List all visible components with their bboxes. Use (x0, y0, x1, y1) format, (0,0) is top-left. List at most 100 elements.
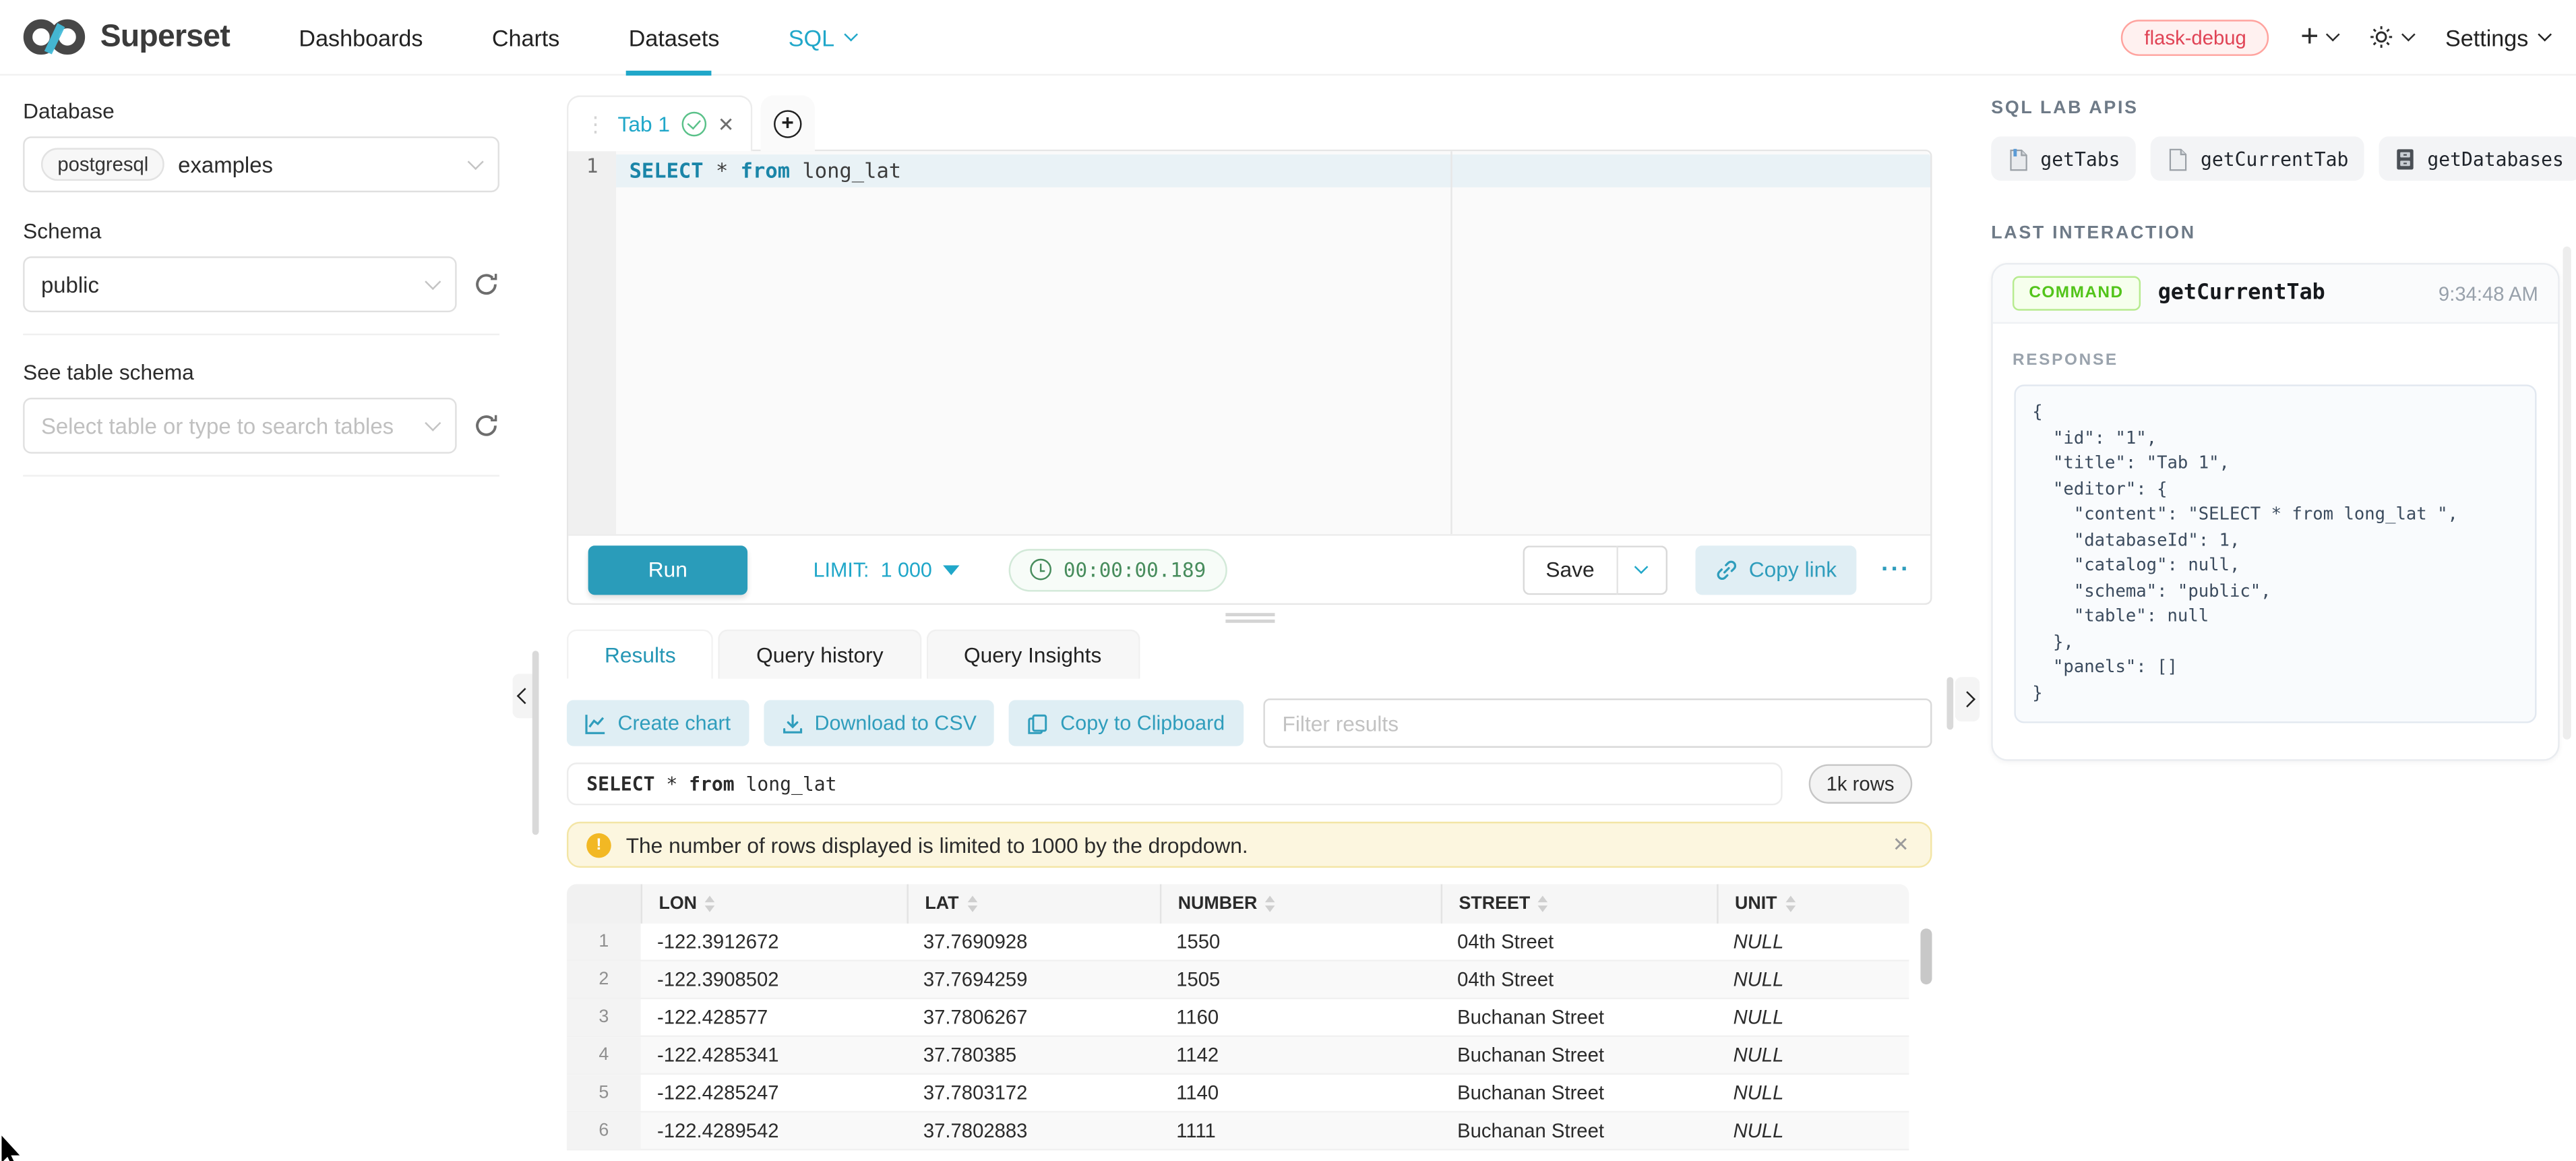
limit-value: 1 000 (881, 558, 932, 581)
row-index: 1 (567, 924, 641, 960)
query-timer-badge: 00:00:00.189 (1009, 548, 1227, 591)
sort-icon[interactable] (1538, 895, 1548, 912)
get-databases-button[interactable]: getDatabases (2380, 136, 2576, 181)
nav-item-dashboards[interactable]: Dashboards (299, 24, 423, 50)
cell-unit: NULL (1717, 999, 1909, 1036)
run-button[interactable]: Run (588, 545, 747, 594)
filter-results-input[interactable] (1262, 698, 1932, 748)
new-tab-button[interactable]: + (760, 95, 814, 151)
column-header-number[interactable]: NUMBER (1160, 884, 1441, 924)
create-chart-label: Create chart (618, 711, 731, 734)
download-csv-button[interactable]: Download to CSV (764, 700, 995, 746)
get-tabs-button[interactable]: getTabs (1991, 136, 2137, 181)
editor-results-splitter[interactable] (567, 605, 1932, 628)
table-select[interactable]: Select table or type to search tables (23, 398, 457, 454)
get-current-tab-button[interactable]: getCurrentTab (2151, 136, 2365, 181)
table-row: 2 -122.3908502 37.7694259 1505 04th Stre… (567, 961, 1909, 999)
nav-item-charts[interactable]: Charts (492, 24, 560, 50)
command-card-body: RESPONSE { "id": "1", "title": "Tab 1", … (1993, 324, 2558, 759)
table-vertical-scrollbar[interactable] (1920, 928, 1932, 984)
create-chart-button[interactable]: Create chart (567, 700, 749, 746)
panel-scrollbar-thumb[interactable] (2563, 247, 2571, 740)
tab-query-history[interactable]: Query history (718, 630, 921, 679)
nav-item-sql[interactable]: SQL (789, 24, 856, 50)
drag-handle-icon[interactable]: ⋮ (585, 113, 607, 135)
cell-lat: 37.7690928 (907, 924, 1160, 960)
theme-toggle-button[interactable] (2370, 25, 2414, 50)
copy-to-clipboard-button[interactable]: Copy to Clipboard (1010, 700, 1243, 746)
column-header-lon[interactable]: LON (641, 884, 907, 924)
superset-sql-lab: Superset Dashboards Charts Datasets SQL … (0, 0, 2576, 1161)
save-options-button[interactable] (1616, 545, 1667, 594)
sidebar-divider (23, 475, 499, 476)
cell-lat: 37.7694259 (907, 961, 1160, 998)
sql-code-editor[interactable]: 1 SELECT * from long_lat (568, 151, 1930, 534)
cell-lon: -122.4289542 (641, 1112, 907, 1149)
copy-link-label: Copy link (1749, 557, 1837, 582)
code-area[interactable]: SELECT * from long_lat (616, 151, 1930, 534)
chevron-down-icon (2327, 28, 2341, 42)
new-menu-button[interactable]: + (2300, 22, 2338, 53)
app-body: Database postgresql examples Schema publ… (0, 76, 2576, 1161)
cell-number: 1550 (1160, 924, 1441, 960)
more-options-button[interactable]: ··· (1881, 556, 1911, 583)
cell-lon: -122.4285341 (641, 1037, 907, 1073)
cell-street: 04th Street (1441, 961, 1717, 998)
schema-select[interactable]: public (23, 256, 457, 312)
get-databases-label: getDatabases (2427, 147, 2564, 170)
save-button[interactable]: Save (1523, 545, 1616, 594)
column-header-unit[interactable]: UNIT (1717, 884, 1909, 924)
limit-dropdown[interactable]: LIMIT: 1 000 (814, 558, 960, 581)
nav-item-datasets[interactable]: Datasets (629, 24, 720, 50)
sort-icon[interactable] (967, 895, 977, 912)
timer-value: 00:00:00.189 (1064, 558, 1206, 581)
column-header-lat[interactable]: LAT (907, 884, 1160, 924)
sort-icon[interactable] (1785, 895, 1796, 912)
tab-query-insights[interactable]: Query Insights (926, 630, 1139, 679)
sort-icon[interactable] (705, 895, 715, 912)
column-header-street[interactable]: STREET (1441, 884, 1717, 924)
sql-statement: SELECT * from long_lat (616, 154, 1930, 187)
results-table-body: 1 -122.3912672 37.7690928 1550 04th Stre… (567, 924, 1909, 1150)
sql-text: long_lat (735, 773, 837, 796)
database-select[interactable]: postgresql examples (23, 136, 499, 192)
refresh-tables-icon[interactable] (473, 413, 499, 439)
tab-results[interactable]: Results (567, 630, 714, 679)
chevron-right-icon (1959, 691, 1975, 707)
nav-item-sql-label: SQL (789, 24, 834, 50)
copy-to-clipboard-label: Copy to Clipboard (1060, 711, 1225, 734)
bookmark-tabs-icon (2008, 147, 2029, 170)
right-rail-scrollbar-thumb[interactable] (1946, 677, 1953, 730)
chart-icon (585, 713, 607, 734)
cell-unit: NULL (1717, 924, 1909, 960)
get-current-tab-label: getCurrentTab (2201, 147, 2348, 170)
chevron-down-icon (425, 274, 441, 290)
editor-tab-1[interactable]: ⋮ Tab 1 ✕ (567, 95, 752, 151)
superset-logo[interactable]: Superset (23, 16, 230, 57)
sql-keyword: from (741, 158, 790, 183)
cell-lon: -122.428577 (641, 999, 907, 1036)
warning-close-icon[interactable]: ✕ (1893, 833, 1912, 856)
page-icon (2168, 147, 2189, 170)
tab-close-icon[interactable]: ✕ (718, 113, 735, 136)
settings-menu[interactable]: Settings (2445, 24, 2550, 50)
row-index: 4 (567, 1037, 641, 1073)
tab-saved-check-icon (681, 112, 706, 137)
cell-lat: 37.780385 (907, 1037, 1160, 1073)
cell-number: 1111 (1160, 1112, 1441, 1149)
cell-number: 1160 (1160, 999, 1441, 1036)
nav-right: flask-debug + Settings (2121, 19, 2550, 55)
copy-link-button[interactable]: Copy link (1694, 545, 1856, 594)
brand-name: Superset (100, 19, 230, 55)
table-row: 1 -122.3912672 37.7690928 1550 04th Stre… (567, 924, 1909, 961)
chevron-down-icon (425, 415, 441, 431)
refresh-schemas-icon[interactable] (473, 271, 499, 297)
sql-keyword: from (689, 773, 735, 796)
table-row: 3 -122.428577 37.7806267 1160 Buchanan S… (567, 999, 1909, 1037)
sort-icon[interactable] (1266, 895, 1276, 912)
database-label: Database (23, 98, 499, 123)
results-table: LON LAT NUMBER STREET (567, 884, 1932, 1150)
sql-lab-api-panel: SQL LAB APIS getTabs getCurrentTab (1975, 76, 2576, 761)
left-rail-scrollbar-thumb[interactable] (532, 651, 539, 835)
cell-street: Buchanan Street (1441, 1037, 1717, 1073)
